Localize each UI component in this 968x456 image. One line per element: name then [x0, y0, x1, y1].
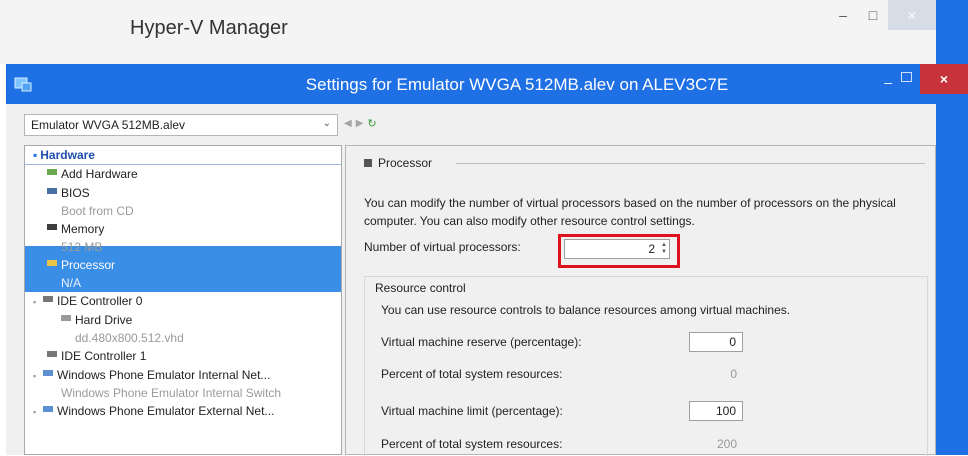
memory-icon	[47, 224, 57, 230]
settings-client-area: Emulator WVGA 512MB.alev ⌄ ◀ ▶ ↻ ▪ Hardwa…	[6, 104, 936, 456]
section-divider	[456, 163, 925, 164]
tree-item-label: Processor	[61, 258, 116, 272]
hyperv-minimize-button[interactable]: –	[828, 0, 858, 30]
chevron-down-icon: ⌄	[322, 118, 331, 129]
ide-controller-icon	[47, 351, 57, 357]
tree-item-label: Windows Phone Emulator External Net...	[57, 404, 275, 418]
settings-window: Settings for Emulator WVGA 512MB.alev on…	[6, 64, 968, 456]
tree-item-internal-network-detail: Windows Phone Emulator Internal Switch	[61, 386, 282, 400]
tree-item-bios[interactable]: BIOS	[25, 184, 341, 203]
processor-section-title: Processor	[378, 156, 433, 170]
tree-item-add-hardware[interactable]: Add Hardware	[25, 165, 341, 184]
vm-selector-dropdown[interactable]: Emulator WVGA 512MB.alev ⌄	[24, 114, 338, 136]
reserve-percent-value: 0	[730, 367, 737, 381]
hyperv-manager-controls: – □ ×	[828, 0, 936, 30]
tree-item-processor-detail: N/A	[25, 275, 341, 292]
hyperv-close-button[interactable]: ×	[888, 0, 936, 30]
tree-item-external-network[interactable]: ▪ Windows Phone Emulator External Net...	[25, 402, 341, 421]
num-processors-value: 2	[648, 242, 655, 256]
settings-minimize-button[interactable]: –	[884, 74, 892, 90]
settings-window-title: Settings for Emulator WVGA 512MB.alev on…	[305, 75, 729, 94]
tree-item-label: Memory	[61, 222, 105, 236]
settings-titlebar[interactable]: Settings for Emulator WVGA 512MB.alev on…	[6, 64, 968, 104]
processor-section-heading: Processor	[364, 156, 432, 170]
settings-maximize-button[interactable]	[901, 72, 912, 82]
hyperv-manager-window: Hyper-V Manager – □ ×	[0, 0, 937, 64]
collapse-icon[interactable]: ▪	[33, 367, 43, 386]
processor-icon	[47, 260, 57, 266]
navigation-buttons: ◀ ▶ ↻	[344, 117, 377, 130]
tree-item-memory-detail: 512 MB	[61, 240, 103, 254]
reserve-input[interactable]: 0	[689, 332, 743, 352]
tree-item-hard-drive[interactable]: Hard Drive	[25, 311, 341, 330]
processor-description: You can modify the number of virtual pro…	[364, 196, 896, 228]
resource-control-group: Resource control You can use resource co…	[364, 276, 928, 456]
spinner-arrows-icon[interactable]: ▲ ▼	[661, 242, 667, 256]
tree-item-label: Hard Drive	[75, 313, 133, 327]
refresh-icon[interactable]: ↻	[367, 117, 376, 130]
limit-percent-label: Percent of total system resources:	[381, 437, 563, 451]
tree-item-processor[interactable]: Processor	[25, 256, 341, 275]
hyperv-manager-title: Hyper-V Manager	[130, 17, 288, 39]
ide-controller-icon	[43, 296, 53, 302]
expand-icon[interactable]: ▪	[33, 148, 37, 162]
settings-close-button[interactable]: ×	[920, 64, 968, 94]
tree-item-ide-controller-0[interactable]: ▪ IDE Controller 0	[25, 292, 341, 311]
collapse-icon[interactable]: ▪	[33, 293, 43, 312]
tree-item-bios-detail: Boot from CD	[61, 204, 134, 218]
network-adapter-icon	[43, 370, 53, 376]
add-hardware-icon	[47, 169, 57, 175]
limit-label: Virtual machine limit (percentage):	[381, 404, 563, 418]
reserve-label: Virtual machine reserve (percentage):	[381, 335, 582, 349]
tree-item-ide-controller-1[interactable]: IDE Controller 1	[25, 347, 341, 366]
processor-section-icon	[364, 159, 372, 167]
bios-chip-icon	[47, 188, 57, 194]
tree-item-memory[interactable]: Memory	[25, 220, 341, 239]
hard-drive-icon	[61, 315, 71, 321]
hyperv-maximize-button[interactable]: □	[858, 0, 888, 30]
processor-settings-panel: Processor You can modify the number of v…	[345, 145, 936, 456]
tree-item-label: BIOS	[61, 186, 90, 200]
tree-item-label: IDE Controller 1	[61, 349, 147, 363]
tree-item-sub-label: N/A	[61, 276, 82, 290]
forward-arrow-icon[interactable]: ▶	[356, 118, 364, 129]
vm-selector-value: Emulator WVGA 512MB.alev	[31, 118, 186, 132]
resource-control-description: You can use resource controls to balance…	[381, 303, 791, 317]
tree-item-label: Add Hardware	[61, 167, 138, 181]
network-adapter-icon	[43, 406, 53, 412]
tree-item-internal-network[interactable]: ▪ Windows Phone Emulator Internal Net...	[25, 366, 341, 385]
back-arrow-icon[interactable]: ◀	[344, 118, 352, 129]
tree-header-hardware[interactable]: ▪ Hardware	[25, 146, 341, 165]
collapse-icon[interactable]: ▪	[33, 403, 43, 422]
hardware-tree: ▪ Hardware Add Hardware BIOS Boot from CD…	[24, 145, 342, 455]
resource-control-title: Resource control	[375, 281, 466, 295]
num-processors-label: Number of virtual processors:	[364, 240, 521, 254]
tree-item-label: IDE Controller 0	[57, 294, 143, 308]
num-processors-stepper[interactable]: 2 ▲ ▼	[564, 239, 670, 259]
tree-item-label: Windows Phone Emulator Internal Net...	[57, 368, 271, 382]
tree-item-hard-drive-detail: dd.480x800.512.vhd	[75, 331, 184, 345]
tree-header-label: Hardware	[40, 148, 95, 162]
reserve-percent-label: Percent of total system resources:	[381, 367, 563, 381]
limit-input[interactable]: 100	[689, 401, 743, 421]
limit-percent-value: 200	[716, 437, 737, 451]
